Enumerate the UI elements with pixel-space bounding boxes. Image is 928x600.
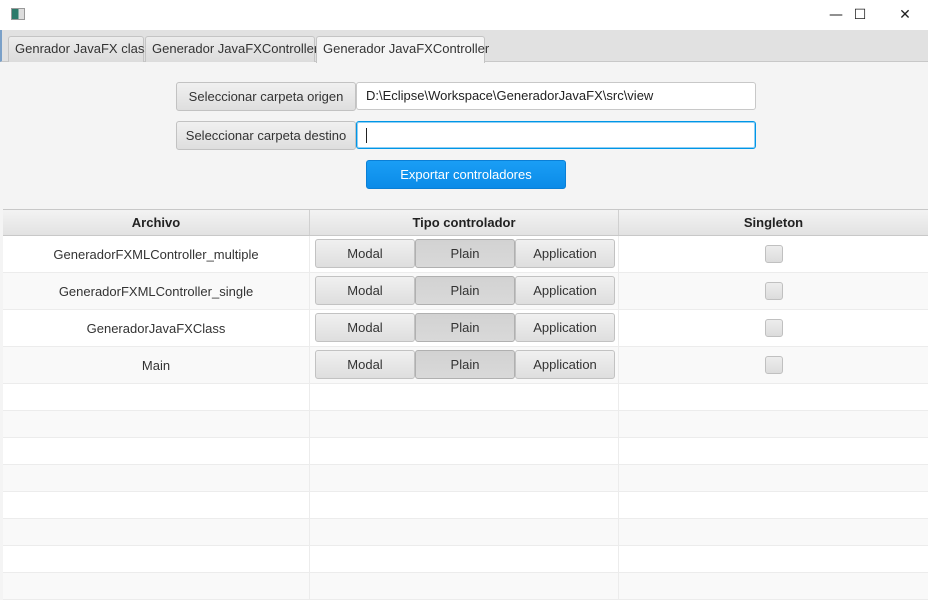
origin-path-field[interactable]: D:\Eclipse\Workspace\GeneradorJavaFX\src… [356,82,756,110]
empty-table-row [3,573,928,600]
column-header-singleton[interactable]: Singleton [619,210,928,235]
singleton-checkbox[interactable] [764,319,783,337]
empty-cell [310,546,619,572]
singleton-cell [619,347,928,383]
type-plain-toggle[interactable]: Plain [415,276,515,305]
controller-type-cell: Modal Plain Application [310,347,619,383]
title-bar: — ☐ ✕ [0,0,928,30]
type-application-toggle[interactable]: Application [515,313,615,342]
empty-cell [3,492,310,518]
type-plain-toggle[interactable]: Plain [415,239,515,268]
table-header: Archivo Tipo controlador Singleton [3,210,928,236]
singleton-checkbox[interactable] [764,282,783,300]
tab-generador-javafxcontroller-2[interactable]: Generador JavaFXController [316,36,489,63]
file-name-cell: Main [3,347,310,383]
column-header-archivo[interactable]: Archivo [3,210,310,235]
empty-cell [3,384,310,410]
controllers-table: Archivo Tipo controlador Singleton Gener… [3,209,928,600]
empty-cell [310,573,619,599]
empty-table-row [3,384,928,411]
type-application-toggle[interactable]: Application [515,276,615,305]
table-row[interactable]: GeneradorFXMLController_single Modal Plai… [3,273,928,310]
type-modal-toggle[interactable]: Modal [315,239,415,268]
select-destination-button[interactable]: Seleccionar carpeta destino [176,121,356,150]
empty-cell [310,519,619,545]
empty-cell [3,411,310,437]
maximize-button[interactable]: ☐ [837,0,883,30]
type-plain-toggle[interactable]: Plain [415,313,515,342]
type-modal-toggle[interactable]: Modal [315,350,415,379]
singleton-checkbox[interactable] [764,356,783,374]
file-name-cell: GeneradorFXMLController_multiple [3,236,310,272]
close-button[interactable]: ✕ [882,0,928,30]
table-row[interactable]: Main Modal Plain Application [3,347,928,384]
text-caret [366,128,367,144]
empty-cell [3,465,310,491]
empty-cell [310,465,619,491]
type-plain-toggle[interactable]: Plain [415,350,515,379]
type-application-toggle[interactable]: Application [515,239,615,268]
empty-cell [3,519,310,545]
singleton-cell [619,236,928,272]
empty-cell [3,573,310,599]
app-icon [11,8,25,20]
table-row[interactable]: GeneradorFXMLController_multiple Modal Pl… [3,236,928,273]
type-modal-toggle[interactable]: Modal [315,313,415,342]
tab-generador-javafxcontroller-1[interactable]: Generador JavaFXController [145,36,318,62]
empty-cell [310,411,619,437]
empty-table-row [3,519,928,546]
empty-table-row [3,465,928,492]
select-origin-button[interactable]: Seleccionar carpeta origen [176,82,356,111]
singleton-checkbox[interactable] [764,245,783,263]
table-row[interactable]: GeneradorJavaFXClass Modal Plain Applicati… [3,310,928,347]
empty-cell [3,546,310,572]
column-header-tipo[interactable]: Tipo controlador [310,210,619,235]
file-name-cell: GeneradorJavaFXClass [3,310,310,346]
tab-genrador-javafx-class[interactable]: Genrador JavaFX class [8,36,151,62]
controller-type-cell: Modal Plain Application [310,310,619,346]
type-application-toggle[interactable]: Application [515,350,615,379]
export-controllers-button[interactable]: Exportar controladores [366,160,566,189]
file-name-cell: GeneradorFXMLController_single [3,273,310,309]
empty-table-row [3,438,928,465]
empty-table-row [3,492,928,519]
type-modal-toggle[interactable]: Modal [315,276,415,305]
empty-table-row [3,546,928,573]
singleton-cell [619,273,928,309]
empty-cell [310,438,619,464]
empty-cell [310,384,619,410]
controller-type-cell: Modal Plain Application [310,236,619,272]
tab-bar: Genrador JavaFX class Generador JavaFXCo… [0,30,928,63]
destination-path-field[interactable] [356,121,756,149]
singleton-cell [619,310,928,346]
empty-cell [3,438,310,464]
empty-cell [310,492,619,518]
controller-type-cell: Modal Plain Application [310,273,619,309]
empty-table-row [3,411,928,438]
